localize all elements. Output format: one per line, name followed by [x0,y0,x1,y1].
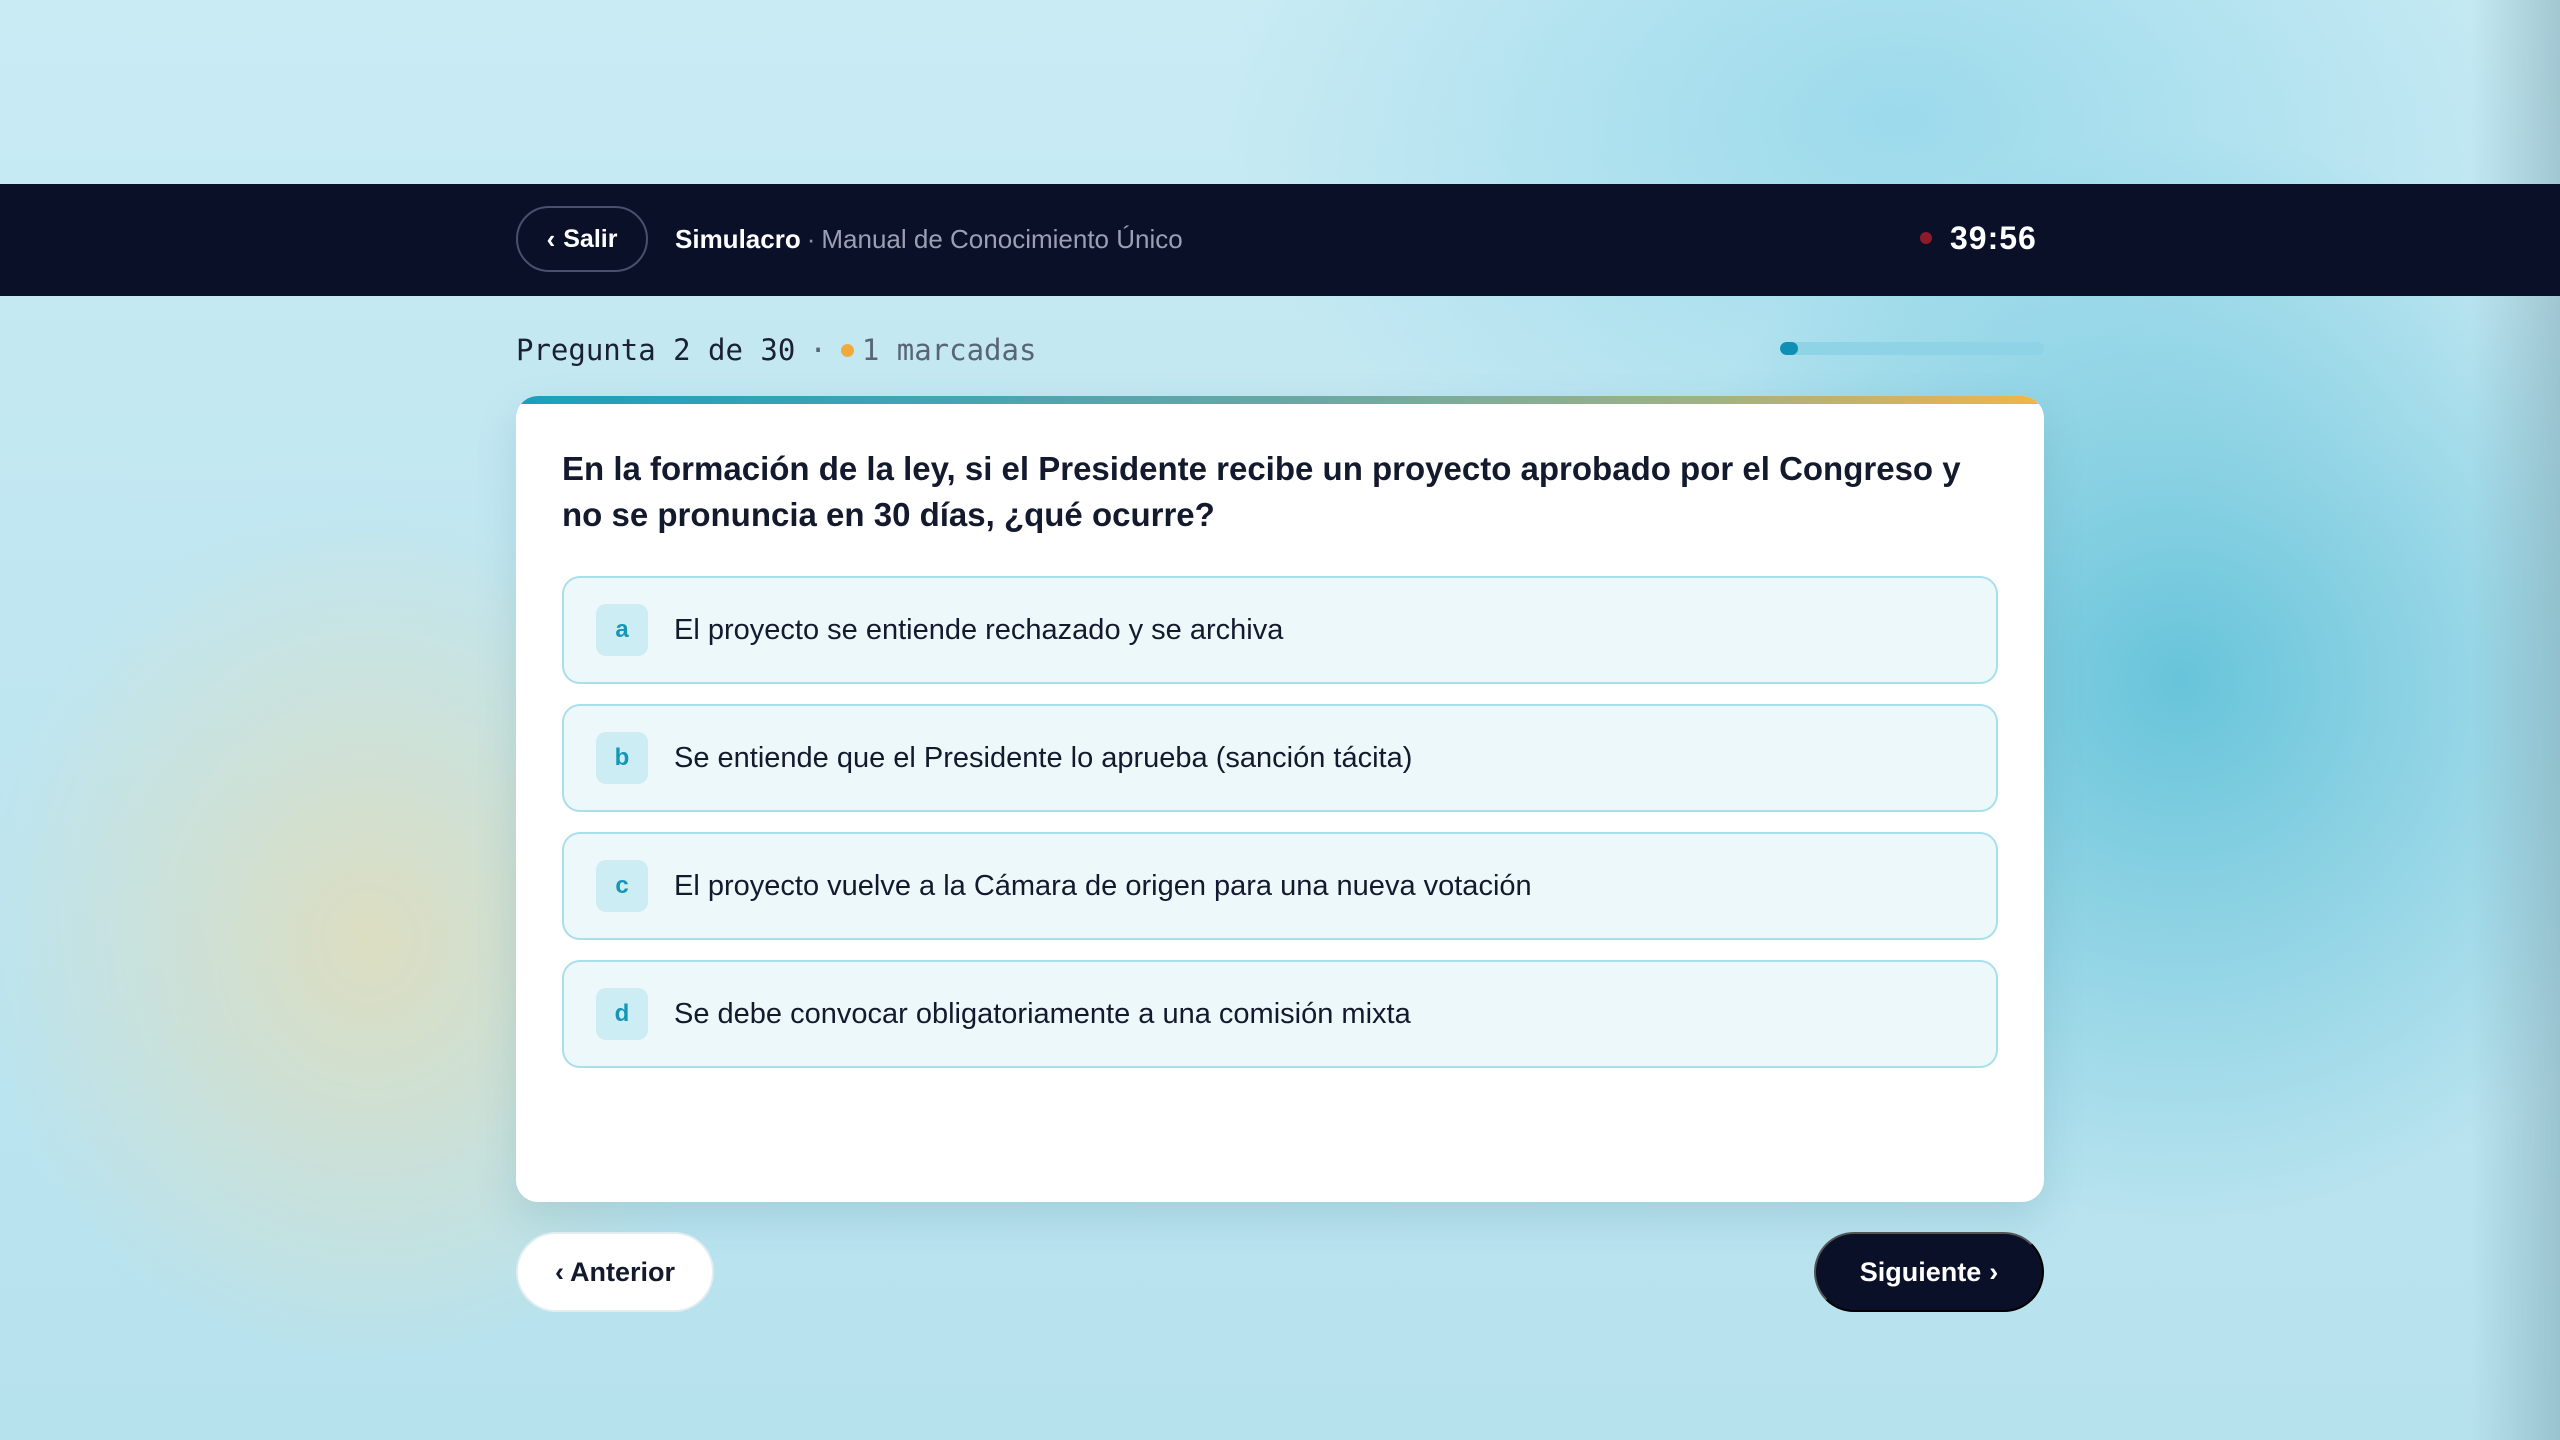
marked-dot-icon [840,343,854,357]
timer-dot-icon [1920,232,1932,244]
option-a[interactable]: a El proyecto se entiende rechazado y se… [562,576,1998,684]
mode-label: Simulacro [675,223,801,254]
option-letter: a [596,604,648,656]
marked-count: 1 marcadas [861,333,1037,367]
next-button[interactable]: Siguiente › [1814,1232,2044,1312]
chevron-left-icon: ‹ [554,1256,564,1287]
option-text: Se entiende que el Presidente lo aprueba… [674,741,1413,774]
timer: 39:56 [1920,218,2037,258]
option-text: El proyecto vuelve a la Cámara de origen… [674,869,1532,902]
manual-title: Manual de Conocimiento Único [821,223,1183,254]
option-letter: d [596,988,648,1040]
next-label: Siguiente [1859,1256,1982,1287]
option-text: Se debe convocar obligatoriamente a una … [674,997,1411,1030]
question-text: En la formación de la ley, si el Preside… [562,450,1961,533]
title-separator: · [806,223,816,254]
option-d[interactable]: d Se debe convocar obligatoriamente a un… [562,960,1998,1068]
status-separator: · [809,333,827,367]
previous-button[interactable]: ‹ Anterior [516,1232,714,1312]
exit-button[interactable]: ‹ Salir [516,206,648,272]
card-accent-bar [516,396,2044,404]
progress-fill [1780,342,1798,355]
exam-title: Simulacro · Manual de Conocimiento Único [675,222,1183,256]
option-letter: c [596,860,648,912]
question-counter: Pregunta 2 de 30 [516,333,796,367]
previous-label: Anterior [569,1256,675,1287]
chevron-left-icon: ‹ [546,223,556,254]
question-card: En la formación de la ley, si el Preside… [516,396,2044,1202]
timer-value: 39:56 [1950,219,2037,256]
option-c[interactable]: c El proyecto vuelve a la Cámara de orig… [562,832,1998,940]
chevron-right-icon: › [1989,1256,1999,1287]
progress-bar [1780,342,2044,355]
exit-label: Salir [563,224,618,253]
top-bar [0,184,2560,296]
option-text: El proyecto se entiende rechazado y se a… [674,613,1284,646]
question-status: Pregunta 2 de 30 · 1 marcadas [516,332,1036,368]
option-b[interactable]: b Se entiende que el Presidente lo aprue… [562,704,1998,812]
option-letter: b [596,732,648,784]
